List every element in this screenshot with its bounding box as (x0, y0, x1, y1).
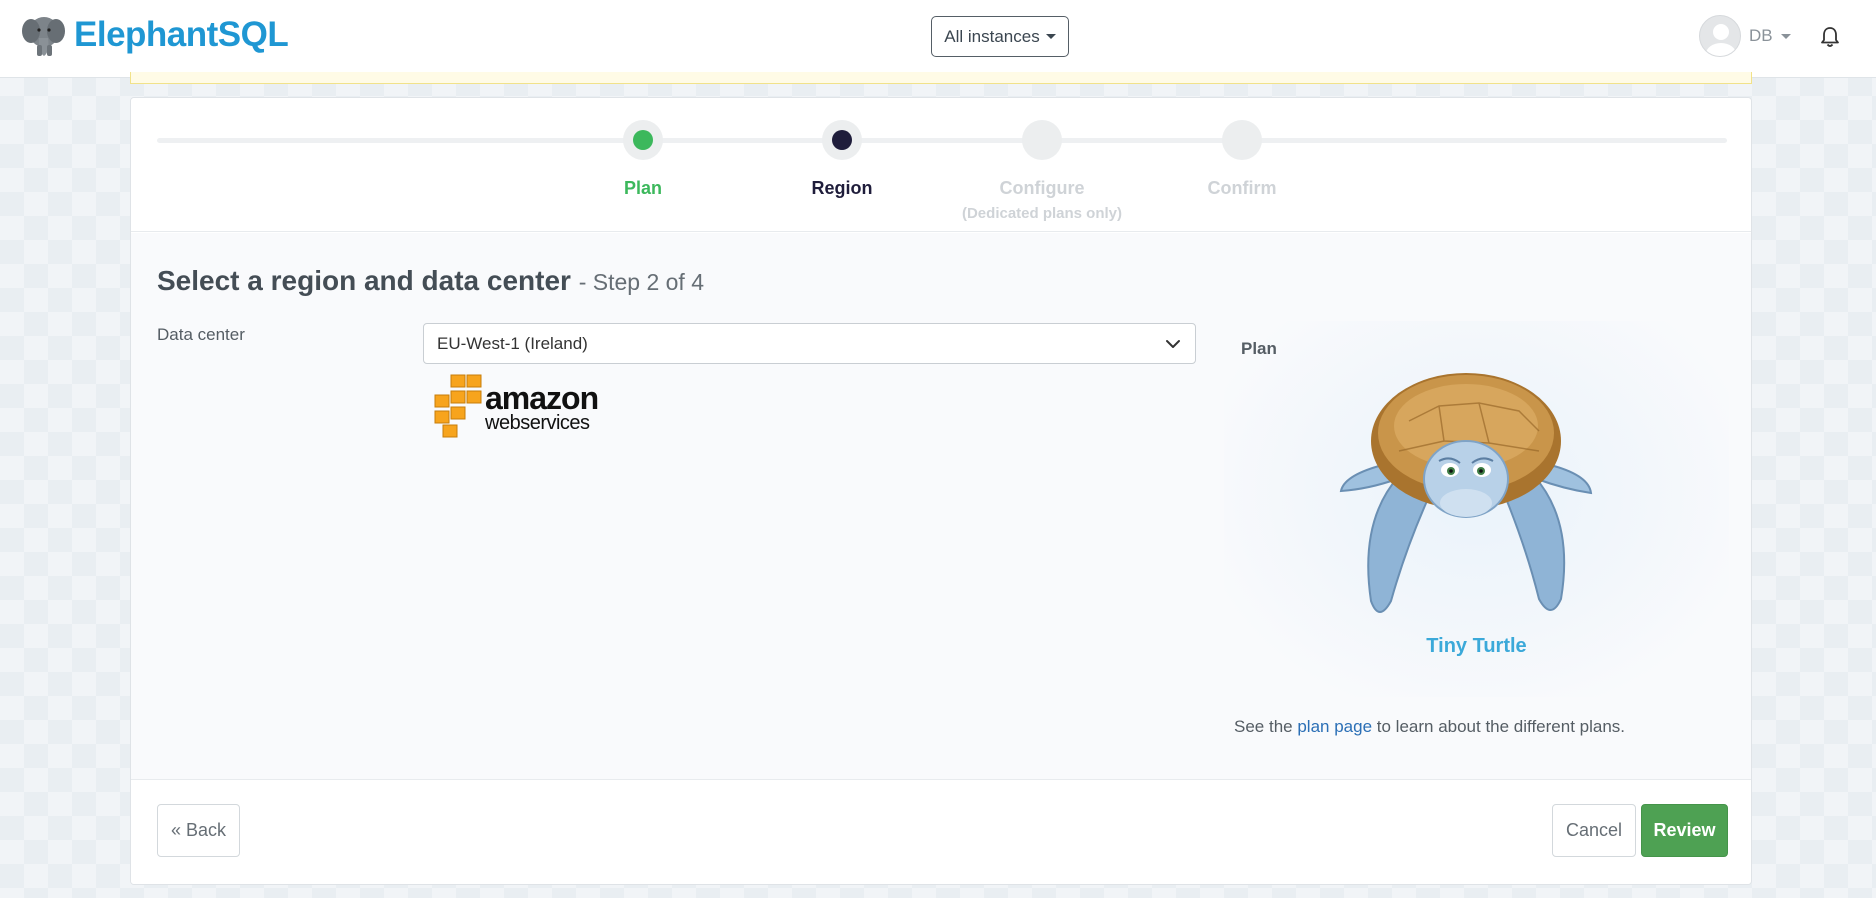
user-silhouette-icon (1706, 24, 1736, 56)
avatar (1699, 15, 1741, 57)
brand[interactable]: ElephantSQL (20, 12, 289, 58)
alert-banner (130, 72, 1752, 84)
data-center-label: Data center (157, 325, 245, 344)
plan-label: Plan (1241, 339, 1277, 358)
user-initials: DB (1749, 26, 1773, 45)
step-label: Configure (999, 178, 1085, 198)
back-button[interactable]: « Back (157, 804, 240, 857)
plan-note: See the plan page to learn about the dif… (1234, 717, 1625, 737)
all-instances-dropdown[interactable]: All instances (931, 16, 1069, 57)
chevron-down-icon (1166, 340, 1180, 348)
user-menu[interactable]: DB (1699, 15, 1791, 57)
review-button[interactable]: Review (1641, 804, 1728, 857)
plan-panel: Plan Tiny Turtle (1224, 321, 1729, 697)
step-indicator: - Step 2 of 4 (578, 269, 705, 295)
brand-name: ElephantSQL (74, 15, 289, 54)
create-instance-card: Plan Region Configure (Dedicated plans o… (130, 97, 1752, 885)
plan-note-prefix: See the (1234, 717, 1293, 736)
bell-icon[interactable] (1820, 26, 1840, 48)
step-region: Region (742, 120, 942, 199)
stepper: Plan Region Configure (Dedicated plans o… (131, 98, 1751, 232)
caret-down-icon (1780, 33, 1791, 39)
region-form: Select a region and data center - Step 2… (131, 233, 1751, 779)
page-title-text: Select a region and data center (157, 265, 571, 296)
step-label: Confirm (1207, 178, 1277, 198)
page-title: Select a region and data center - Step 2… (157, 265, 704, 297)
top-navbar: ElephantSQL All instances DB (0, 0, 1876, 78)
turtle-mascot-icon (1339, 373, 1593, 613)
caret-down-icon (1045, 34, 1056, 39)
step-confirm: Confirm (1142, 120, 1342, 199)
step-done-dot (633, 130, 653, 150)
step-plan: Plan (543, 120, 743, 199)
step-label: Plan (623, 178, 662, 198)
plan-name: Tiny Turtle (1426, 635, 1527, 657)
cancel-button[interactable]: Cancel (1552, 804, 1636, 857)
step-active-dot (832, 130, 852, 150)
instances-dropdown-label: All instances (944, 26, 1040, 46)
step-sublabel: (Dedicated plans only) (961, 205, 1123, 222)
plan-page-link[interactable]: plan page (1297, 717, 1372, 736)
step-configure: Configure (Dedicated plans only) (942, 120, 1142, 222)
plan-note-suffix: to learn about the different plans. (1376, 717, 1626, 736)
data-center-select[interactable]: EU-West-1 (Ireland) (423, 323, 1196, 364)
aws-logo-sub: webservices (485, 412, 590, 434)
aws-logo-word: amazon (485, 380, 599, 416)
form-footer: « Back Cancel Review (131, 779, 1751, 884)
aws-cubes-icon (434, 374, 482, 438)
data-center-selected-value: EU-West-1 (Ireland) (437, 333, 588, 353)
aws-logo: amazon webservices (433, 373, 599, 439)
elephant-logo-icon (22, 17, 65, 56)
step-label: Region (811, 178, 873, 198)
